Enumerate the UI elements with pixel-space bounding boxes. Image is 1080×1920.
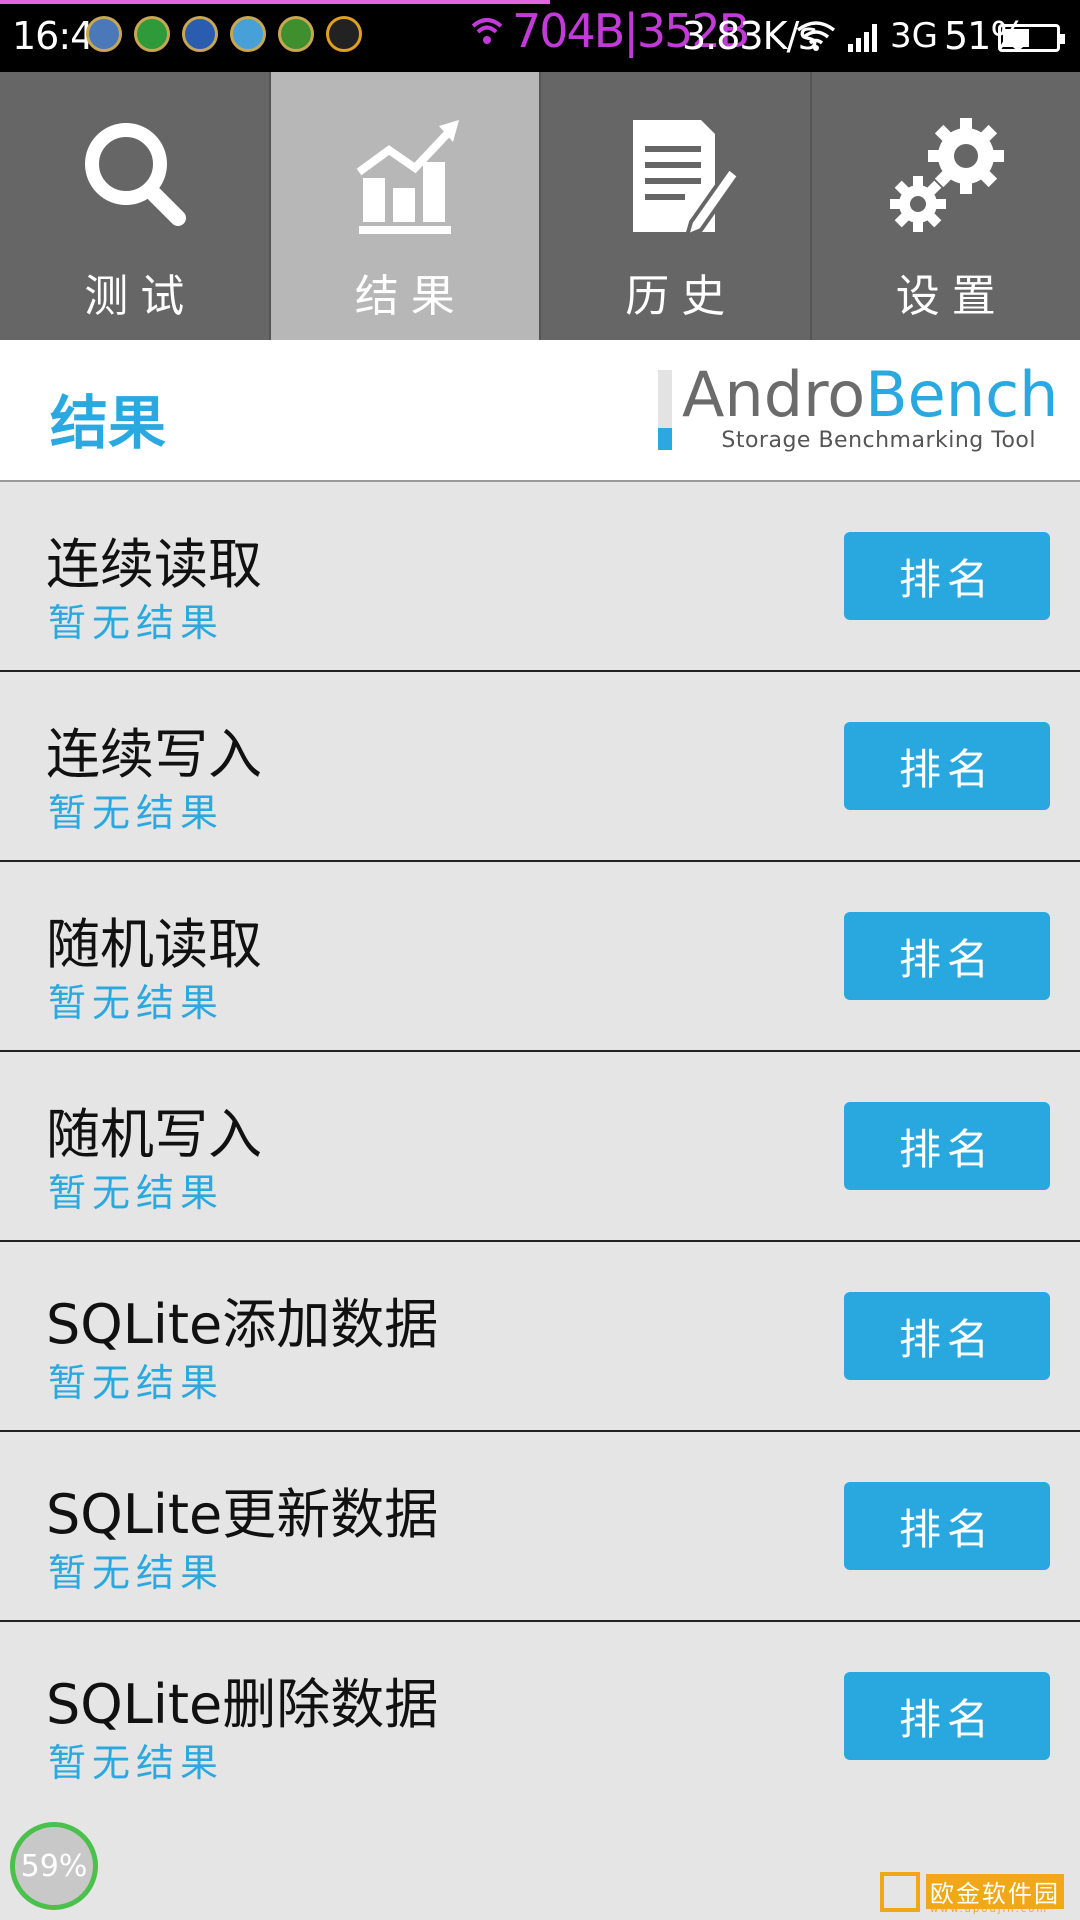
- list-item-rand-read: 随机读取 暂无结果 排名: [0, 862, 1080, 1052]
- tab-history[interactable]: 历史: [541, 72, 812, 340]
- test-name: SQLite更新数据: [46, 1483, 439, 1546]
- app-icon-1: [86, 16, 122, 52]
- test-name: 随机写入: [46, 1103, 262, 1166]
- battery-icon: [998, 24, 1065, 52]
- test-result: 暂无结果: [48, 1171, 225, 1215]
- battery-fill: [1003, 29, 1029, 47]
- test-name: SQLite添加数据: [46, 1293, 439, 1356]
- test-result: 暂无结果: [48, 791, 225, 835]
- list-item-sqlite-delete: SQLite删除数据 暂无结果 排名: [0, 1622, 1080, 1812]
- rank-button[interactable]: 排名: [844, 1102, 1050, 1190]
- logo-subtitle: Storage Benchmarking Tool: [721, 428, 1036, 453]
- wifi-icon: [796, 21, 836, 51]
- notification-icons: [86, 16, 362, 52]
- app-icon-5: [278, 16, 314, 52]
- tab-test[interactable]: 测试: [0, 72, 271, 340]
- list-item-sqlite-insert: SQLite添加数据 暂无结果 排名: [0, 1242, 1080, 1432]
- page-title: 结果: [50, 389, 167, 457]
- test-result: 暂无结果: [48, 1741, 225, 1785]
- qq-icon: [326, 16, 362, 52]
- rank-button[interactable]: 排名: [844, 722, 1050, 810]
- test-name: 随机读取: [46, 913, 262, 976]
- test-name: 连续读取: [46, 533, 262, 596]
- download-progress-line: [0, 0, 550, 4]
- wifi-traffic-icon: [471, 18, 503, 44]
- list-item-seq-read: 连续读取 暂无结果 排名: [0, 482, 1080, 672]
- tab-label: 历史: [625, 271, 738, 322]
- gear-icon: [889, 118, 1004, 232]
- rank-button[interactable]: 排名: [844, 1482, 1050, 1570]
- app-icon-3: [182, 16, 218, 52]
- watermark-logo-icon: [880, 1872, 920, 1912]
- tab-label: 结果: [354, 271, 467, 322]
- list-item-sqlite-update: SQLite更新数据 暂无结果 排名: [0, 1432, 1080, 1622]
- rank-button[interactable]: 排名: [844, 912, 1050, 1000]
- rank-button[interactable]: 排名: [844, 1672, 1050, 1760]
- main-tabs: 测试 结果 历史 设置: [0, 72, 1080, 340]
- chart-icon: [356, 120, 459, 234]
- rank-button[interactable]: 排名: [844, 532, 1050, 620]
- test-result: 暂无结果: [48, 1551, 225, 1595]
- signal-strength-icon: [848, 24, 877, 52]
- tab-label: 测试: [84, 271, 197, 322]
- app-icon-4: [230, 16, 266, 52]
- search-icon: [85, 123, 187, 226]
- test-result: 暂无结果: [48, 601, 225, 645]
- list-item-seq-write: 连续写入 暂无结果 排名: [0, 672, 1080, 862]
- results-list: 连续读取 暂无结果 排名 连续写入 暂无结果 排名 随机读取 暂无结果 排名 随…: [0, 482, 1080, 1812]
- watermark: 欧金软件园 www.apoujin.com: [880, 1872, 1074, 1916]
- androbench-logo: AndroBench Storage Benchmarking Tool: [658, 358, 1058, 456]
- tab-settings[interactable]: 设置: [811, 72, 1080, 340]
- results-header: 结果 AndroBench Storage Benchmarking Tool: [0, 340, 1080, 482]
- floating-memory-widget[interactable]: 59%: [10, 1822, 98, 1910]
- test-result: 暂无结果: [48, 981, 225, 1025]
- tab-results[interactable]: 结果: [270, 72, 541, 340]
- list-item-rand-write: 随机写入 暂无结果 排名: [0, 1052, 1080, 1242]
- test-result: 暂无结果: [48, 1361, 225, 1405]
- app-icon-2: [134, 16, 170, 52]
- test-name: 连续写入: [46, 723, 262, 786]
- document-edit-icon: [633, 120, 742, 240]
- rank-button[interactable]: 排名: [844, 1292, 1050, 1380]
- test-name: SQLite删除数据: [46, 1673, 439, 1736]
- tab-label: 设置: [895, 271, 1008, 322]
- watermark-url: www.apoujin.com: [930, 1904, 1049, 1915]
- logo-name: AndroBench: [682, 358, 1059, 431]
- network-type: 3G: [890, 16, 938, 56]
- status-bar: 16:40 704B|352B 3.83K/s 3G 51%: [0, 0, 1080, 72]
